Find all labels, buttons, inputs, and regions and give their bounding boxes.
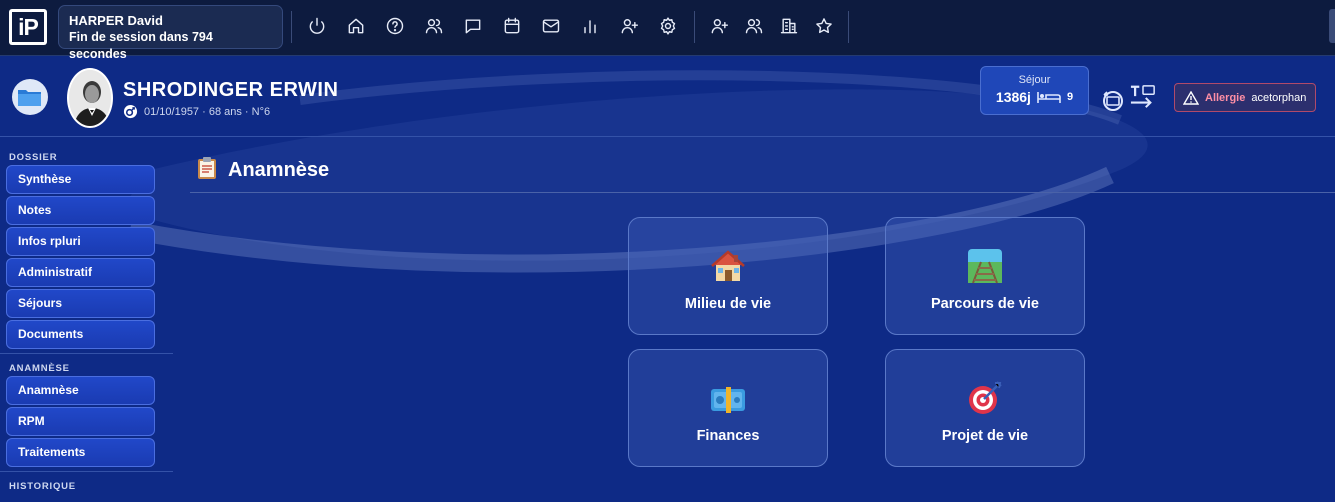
money-icon [711,387,745,413]
calendar-icon[interactable] [500,14,524,38]
users-icon[interactable] [742,14,766,38]
folder-icon[interactable] [12,79,48,115]
sejour-days: 1386j [995,89,1031,105]
print-transfer-icon[interactable] [1130,84,1156,110]
transfer-icon[interactable] [1100,87,1126,113]
home-icon[interactable] [344,14,368,38]
page-title-bar: Anamnèse [190,153,1335,193]
target-icon [969,381,1002,414]
sidebar-item-rpm[interactable]: RPM [6,407,155,436]
main-content: Anamnèse Milieu de vie Parcours de vie F… [190,138,1335,502]
bed-icon [1037,92,1061,103]
card-label: Milieu de vie [684,296,772,312]
toolbar-divider [694,11,695,43]
card-finances[interactable]: Finances [628,349,828,467]
toolbar-divider [291,11,292,43]
sidebar-divider [0,471,173,472]
patient-header: SHRODINGER ERWIN 01/10/1957 · 68 ans · N… [0,57,1335,137]
building-icon[interactable] [777,14,801,38]
sidebar-item-administratif[interactable]: Administratif [6,258,155,287]
user-add-icon[interactable] [617,14,641,38]
patient-avatar[interactable] [67,68,113,128]
user-add-icon[interactable] [707,14,731,38]
patient-info: 01/10/1957 · 68 ans · N°6 [123,104,270,119]
user-session-box[interactable]: HARPER David Fin de session dans 794 sec… [58,5,283,61]
card-label: Finances [696,428,760,444]
top-bar: iP HARPER David Fin de session dans 794 … [0,0,1335,61]
session-countdown: Fin de session dans 794 secondes [69,30,213,61]
patient-birth-info: 01/10/1957 · 68 ans · N°6 [144,105,271,118]
mail-icon[interactable] [539,14,563,38]
sejour-beds: 9 [1066,91,1074,103]
sejour-label: Séjour [1018,74,1051,86]
house-icon [711,250,745,281]
sidebar-item-sejours[interactable]: Séjours [6,289,155,318]
help-icon[interactable] [383,14,407,38]
patient-name: SHRODINGER ERWIN [123,79,339,101]
star-icon[interactable] [812,14,836,38]
sidebar: DOSSIER Synthèse Notes Infos rpluri Admi… [0,138,173,502]
allergy-badge[interactable]: Allergie acetorphan [1174,83,1316,112]
sidebar-item-anamnese[interactable]: Anamnèse [6,376,155,405]
card-label: Projet de vie [941,428,1029,444]
sidebar-item-synthese[interactable]: Synthèse [6,165,155,194]
clipboard-icon [198,157,216,179]
power-icon[interactable] [305,14,329,38]
allergy-value: acetorphan [1251,91,1307,104]
sejour-box[interactable]: Séjour 1386j 9 [980,66,1089,115]
card-label: Parcours de vie [931,296,1039,312]
app-logo[interactable]: iP [9,9,47,45]
logo-text: iP [12,12,44,42]
warning-icon [1183,90,1199,105]
card-milieu-de-vie[interactable]: Milieu de vie [628,217,828,335]
settings-icon[interactable] [656,14,680,38]
user-name: HARPER David [69,13,163,28]
users-icon[interactable] [422,14,446,38]
toolbar-edge-handle[interactable] [1329,9,1335,43]
message-icon[interactable] [461,14,485,38]
card-parcours-de-vie[interactable]: Parcours de vie [885,217,1085,335]
chart-icon[interactable] [578,14,602,38]
sidebar-item-documents[interactable]: Documents [6,320,155,349]
allergy-label: Allergie [1205,91,1246,104]
sidebar-section-anamnese: ANAMNÈSE [9,363,70,374]
sidebar-section-dossier: DOSSIER [9,152,58,163]
gender-icon [123,104,138,119]
railway-icon [968,249,1002,284]
sidebar-item-notes[interactable]: Notes [6,196,155,225]
sidebar-divider [0,353,173,354]
sidebar-item-infos-rpluri[interactable]: Infos rpluri [6,227,155,256]
sidebar-section-historique: HISTORIQUE [9,481,76,492]
toolbar-divider [848,11,849,43]
page-title: Anamnèse [228,159,330,181]
sidebar-item-traitements[interactable]: Traitements [6,438,155,467]
card-projet-de-vie[interactable]: Projet de vie [885,349,1085,467]
